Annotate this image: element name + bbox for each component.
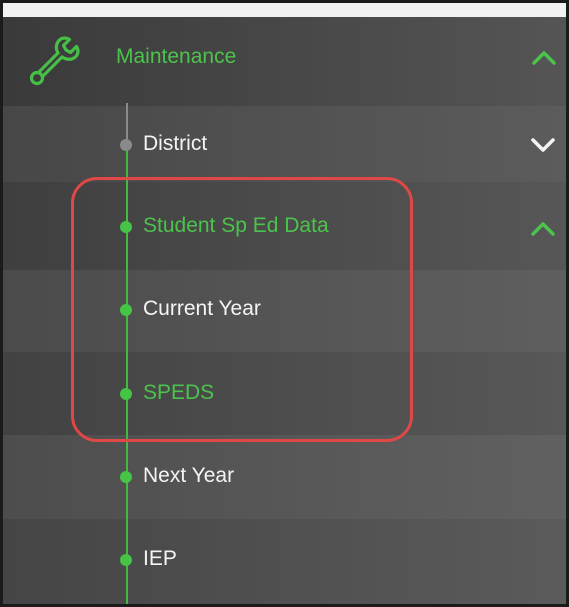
menu-item-next-year[interactable] <box>3 435 566 519</box>
highlight-annotation-box <box>71 177 413 442</box>
menu-item-label-district: District <box>143 132 208 155</box>
menu-item-label-next-year: Next Year <box>143 464 235 487</box>
top-edge-strip <box>3 3 566 17</box>
wrench-icon <box>29 36 80 86</box>
menu-item-district[interactable] <box>3 106 566 182</box>
timeline-dot-iep <box>120 554 132 566</box>
chevron-down-icon[interactable] <box>529 135 557 155</box>
timeline-dot-next-year <box>120 471 132 483</box>
menu-header-label: Maintenance <box>116 45 237 68</box>
menu-item-label-iep: IEP <box>143 547 177 570</box>
navigation-menu: Maintenance District Student Sp Ed Data … <box>0 0 569 607</box>
chevron-up-icon[interactable] <box>530 47 558 67</box>
timeline-dot-district <box>120 139 132 151</box>
menu-header-maintenance[interactable] <box>3 3 566 106</box>
chevron-up-icon[interactable] <box>529 218 557 238</box>
menu-item-iep[interactable] <box>3 519 566 604</box>
